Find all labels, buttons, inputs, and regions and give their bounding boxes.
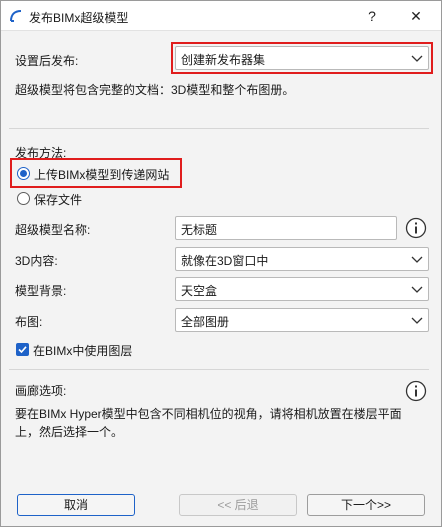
model-background-select[interactable]: 天空盒 [175,277,429,301]
divider [9,369,429,370]
model-background-value: 天空盒 [181,284,218,298]
use-layers-label[interactable]: 在BIMx中使用图层 [33,342,132,359]
layout-select[interactable]: 全部图册 [175,308,429,332]
radio-save-file[interactable] [17,192,30,205]
hyper-model-note: 超级模型将包含完整的文档：3D模型和整个布图册。 [15,83,295,97]
layout-label: 布图: [15,315,43,329]
content-3d-label: 3D内容: [15,254,58,268]
content-3d-value: 就像在3D窗口中 [181,254,269,268]
content-3d-select[interactable]: 就像在3D窗口中 [175,247,429,271]
info-icon[interactable] [405,217,427,239]
use-layers-checkbox[interactable] [16,343,29,356]
publish-after-label: 设置后发布: [15,54,79,68]
gallery-label: 画廊选项: [15,384,67,398]
chevron-down-icon [410,281,424,297]
radio-save-file-label[interactable]: 保存文件 [34,191,82,208]
help-button[interactable]: ? [357,5,387,27]
model-background-label: 模型背景: [15,284,67,298]
gallery-description: 要在BIMx Hyper模型中包含不同相机位的视角，请将相机放置在楼层平面上，然… [15,407,402,439]
back-button[interactable]: << 后退 [179,494,297,516]
chevron-down-icon [410,251,424,267]
hyper-model-name-value: 无标题 [181,223,218,237]
title-bar: 发布BIMx超级模型 ? ✕ [1,1,441,31]
next-button[interactable]: 下一个>> [307,494,425,516]
publish-after-select[interactable]: 创建新发布器集 [175,46,429,70]
publish-bimx-dialog: 发布BIMx超级模型 ? ✕ 设置后发布: 创建新发布器集 超级模型将包含完整的… [0,0,442,527]
radio-upload-label[interactable]: 上传BIMx模型到传递网站 [34,166,169,183]
dialog-footer: 取消 << 后退 下一个>> [1,452,441,526]
hyper-model-name-label: 超级模型名称: [15,223,91,237]
hyper-model-name-input[interactable]: 无标题 [175,216,397,240]
divider [9,128,429,129]
layout-value: 全部图册 [181,315,230,329]
cancel-button[interactable]: 取消 [17,494,135,516]
close-button[interactable]: ✕ [399,5,433,27]
window-title: 发布BIMx超级模型 [29,11,129,25]
chevron-down-icon [410,312,424,328]
radio-upload[interactable] [17,167,30,180]
publish-after-value: 创建新发布器集 [181,53,266,67]
checkmark-icon [18,346,27,354]
archicad-arc-icon [9,9,23,23]
chevron-down-icon [410,50,424,66]
info-icon[interactable] [405,380,427,402]
